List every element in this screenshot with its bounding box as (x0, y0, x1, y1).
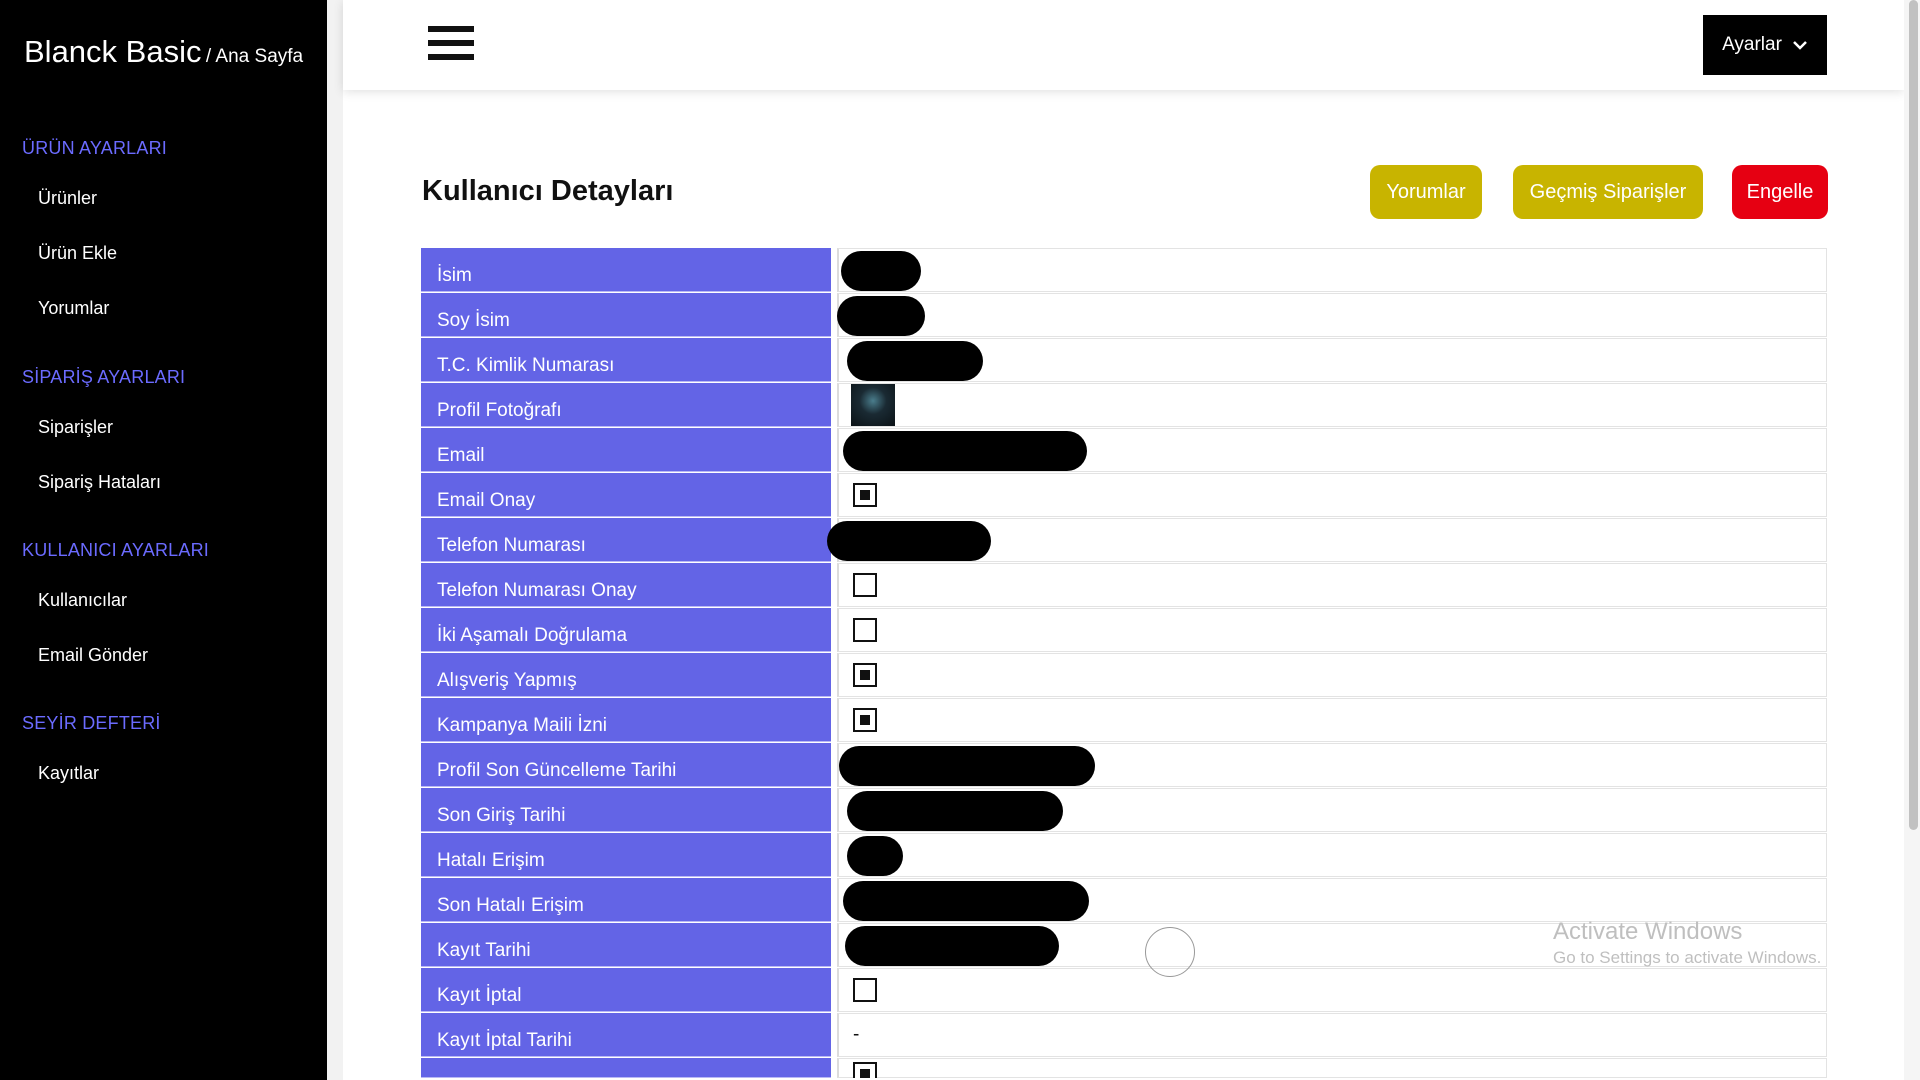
watermark-title: Activate Windows (1553, 918, 1743, 945)
detail-value-redacted (837, 428, 1827, 472)
sidebar-item-orders[interactable]: Siparişler (38, 417, 113, 438)
detail-label: Hatalı Erişim (421, 833, 831, 877)
detail-row-name: İsim (421, 248, 1827, 292)
detail-row-failed-access: Hatalı Erişim (421, 833, 1827, 877)
detail-value-checkbox (837, 698, 1827, 742)
past-orders-button[interactable]: Geçmiş Siparişler (1513, 165, 1703, 219)
sidebar-item-logs[interactable]: Kayıtlar (38, 763, 99, 784)
detail-label: Kayıt İptal (421, 968, 831, 1012)
sidebar-item-send-email[interactable]: Email Gönder (38, 645, 148, 666)
nav-section-logbook: SEYİR DEFTERİ (22, 713, 161, 733)
sidebar-item-products[interactable]: Ürünler (38, 188, 97, 209)
sidebar-divider (327, 0, 343, 1080)
app: Blanck Basic / Ana Sayfa ÜRÜN AYARLARI Ü… (0, 0, 1920, 1080)
detail-row-two-factor: İki Aşamalı Doğrulama (421, 608, 1827, 652)
detail-label: İki Aşamalı Doğrulama (421, 608, 831, 652)
detail-row-partial (421, 1058, 1827, 1078)
detail-label: Son Giriş Tarihi (421, 788, 831, 832)
detail-row-register-cancel: Kayıt İptal (421, 968, 1827, 1012)
detail-row-last-failed-access: Son Hatalı Erişim (421, 878, 1827, 922)
two-factor-checkbox[interactable] (853, 618, 877, 642)
phone-confirm-checkbox[interactable] (853, 573, 877, 597)
detail-value-checkbox (837, 653, 1827, 697)
detail-label: Kampanya Maili İzni (421, 698, 831, 742)
cursor-indicator (1145, 927, 1195, 977)
detail-row-last-login: Son Giriş Tarihi (421, 788, 1827, 832)
detail-label: Profil Fotoğrafı (421, 383, 831, 427)
detail-row-has-shopped: Alışveriş Yapmış (421, 653, 1827, 697)
detail-label: Profil Son Güncelleme Tarihi (421, 743, 831, 787)
detail-label: T.C. Kimlik Numarası (421, 338, 831, 382)
detail-value-checkbox (837, 608, 1827, 652)
detail-label: İsim (421, 248, 831, 292)
detail-row-email: Email (421, 428, 1827, 472)
scrollbar[interactable] (1904, 0, 1920, 1080)
detail-row-profile-photo: Profil Fotoğrafı (421, 383, 1827, 427)
detail-row-register-cancel-date: Kayıt İptal Tarihi - (421, 1013, 1827, 1057)
partial-checkbox[interactable] (853, 1062, 877, 1078)
brand[interactable]: Blanck Basic / Ana Sayfa (24, 34, 303, 70)
topbar: Ayarlar (343, 0, 1904, 90)
detail-label: Email (421, 428, 831, 472)
sidebar-item-users[interactable]: Kullanıcılar (38, 590, 127, 611)
has-shopped-checkbox[interactable] (853, 663, 877, 687)
detail-label-partial (421, 1058, 831, 1078)
avatar[interactable] (851, 384, 895, 426)
detail-value-redacted (837, 293, 1827, 337)
settings-label: Ayarlar (1722, 34, 1782, 55)
detail-value-redacted (837, 878, 1827, 922)
detail-label: Soy İsim (421, 293, 831, 337)
detail-value-checkbox (837, 968, 1827, 1012)
detail-value-redacted (827, 518, 1827, 562)
detail-row-phone-confirm: Telefon Numarası Onay (421, 563, 1827, 607)
detail-value-text: - (837, 1013, 1827, 1057)
detail-row-profile-updated: Profil Son Güncelleme Tarihi (421, 743, 1827, 787)
email-confirm-checkbox[interactable] (853, 483, 877, 507)
detail-value-redacted (837, 788, 1827, 832)
sidebar-item-order-errors[interactable]: Sipariş Hataları (38, 472, 161, 493)
detail-value-checkbox (837, 1058, 1827, 1078)
detail-label: Kayıt İptal Tarihi (421, 1013, 831, 1057)
campaign-mail-checkbox[interactable] (853, 708, 877, 732)
detail-value-redacted (837, 248, 1827, 292)
detail-value-redacted (837, 833, 1827, 877)
windows-activation-watermark: Activate Windows Go to Settings to activ… (1553, 918, 1821, 968)
detail-label: Alışveriş Yapmış (421, 653, 831, 697)
detail-value-checkbox (837, 473, 1827, 517)
nav-section-order-settings: SİPARİŞ AYARLARI (22, 367, 186, 387)
detail-row-campaign-mail: Kampanya Maili İzni (421, 698, 1827, 742)
sidebar-item-comments[interactable]: Yorumlar (38, 298, 109, 319)
chevron-down-icon (1793, 41, 1807, 50)
register-cancel-checkbox[interactable] (853, 978, 877, 1002)
brand-title[interactable]: Blanck Basic (24, 34, 201, 69)
sidebar: Blanck Basic / Ana Sayfa ÜRÜN AYARLARI Ü… (0, 0, 327, 1080)
nav-section-product-settings: ÜRÜN AYARLARI (22, 138, 167, 158)
detail-row-tc-id: T.C. Kimlik Numarası (421, 338, 1827, 382)
detail-row-phone: Telefon Numarası (421, 518, 1827, 562)
watermark-subtitle: Go to Settings to activate Windows. (1553, 948, 1822, 967)
sidebar-item-add-product[interactable]: Ürün Ekle (38, 243, 117, 264)
detail-value-redacted (837, 338, 1827, 382)
detail-value-photo (837, 383, 1827, 427)
detail-label: Son Hatalı Erişim (421, 878, 831, 922)
detail-row-surname: Soy İsim (421, 293, 1827, 337)
detail-label: Telefon Numarası (421, 518, 831, 562)
detail-label: Kayıt Tarihi (421, 923, 831, 967)
settings-dropdown-button[interactable]: Ayarlar (1703, 15, 1827, 75)
nav-section-user-settings: KULLANICI AYARLARI (22, 540, 210, 560)
breadcrumb[interactable]: / Ana Sayfa (206, 46, 303, 67)
detail-value-checkbox (837, 563, 1827, 607)
detail-label: Telefon Numarası Onay (421, 563, 831, 607)
hamburger-menu-icon[interactable] (428, 26, 474, 64)
comments-button[interactable]: Yorumlar (1370, 165, 1482, 219)
detail-value-redacted (837, 743, 1827, 787)
scrollbar-thumb[interactable] (1909, 0, 1918, 830)
detail-label: Email Onay (421, 473, 831, 517)
page-title: Kullanıcı Detayları (422, 175, 674, 207)
detail-row-email-confirm: Email Onay (421, 473, 1827, 517)
block-button[interactable]: Engelle (1732, 165, 1828, 219)
